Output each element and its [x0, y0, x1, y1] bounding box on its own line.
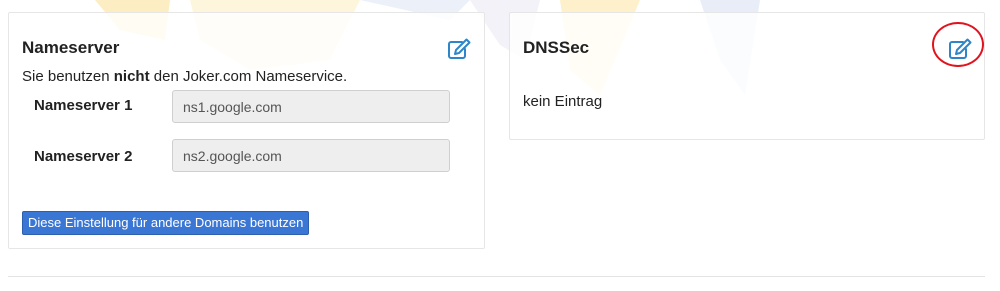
nameserver-2-input[interactable]: [172, 139, 450, 172]
nameserver-2-label: Nameserver 2: [34, 148, 133, 165]
nameserver-edit-button[interactable]: [446, 37, 472, 61]
info-prefix: Sie benutzen: [22, 68, 114, 85]
nameserver-title: Nameserver: [22, 38, 120, 57]
nameservice-info: Sie benutzen nicht den Joker.com Nameser…: [22, 68, 347, 85]
dnssec-panel: DNSSec kein Eintrag: [509, 12, 985, 140]
section-divider: [8, 276, 985, 277]
nameserver-panel: Nameserver Sie benutzen nicht den Joker.…: [8, 12, 485, 249]
info-bold: nicht: [113, 68, 150, 85]
apply-to-other-domains-button[interactable]: Diese Einstellung für andere Domains ben…: [22, 211, 310, 235]
edit-icon: [949, 38, 972, 59]
dnssec-edit-button[interactable]: [947, 37, 973, 61]
nameserver-1-label: Nameserver 1: [34, 97, 133, 114]
dnssec-title: DNSSec: [523, 38, 590, 57]
edit-icon: [448, 38, 471, 59]
dnssec-empty-text: kein Eintrag: [523, 93, 603, 110]
info-suffix: den Joker.com Nameservice.: [149, 68, 348, 85]
nameserver-1-input[interactable]: [172, 90, 450, 123]
